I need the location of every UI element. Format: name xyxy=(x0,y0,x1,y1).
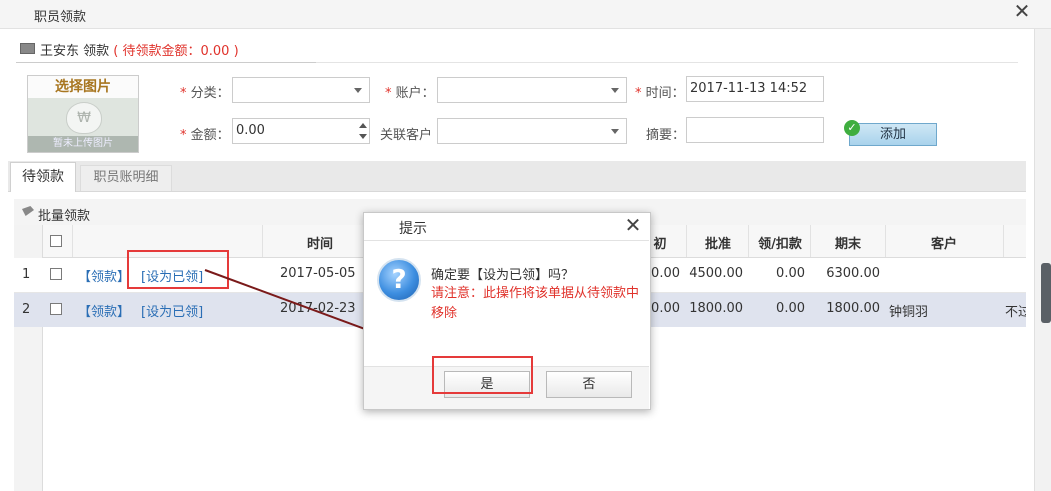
no-button[interactable]: 否 xyxy=(546,371,632,398)
question-icon: ? xyxy=(377,258,421,302)
dialog-message: 确定要【设为已领】吗？ xyxy=(431,268,575,283)
dialog-warning: 请注意：此操作将该单据从待领款中移除 xyxy=(431,286,640,321)
dialog-title: 提示 xyxy=(399,221,427,237)
annotation-highlight-yes xyxy=(432,356,533,394)
dialog-divider xyxy=(364,240,649,241)
dialog-close-icon[interactable]: ✕ xyxy=(623,214,643,236)
